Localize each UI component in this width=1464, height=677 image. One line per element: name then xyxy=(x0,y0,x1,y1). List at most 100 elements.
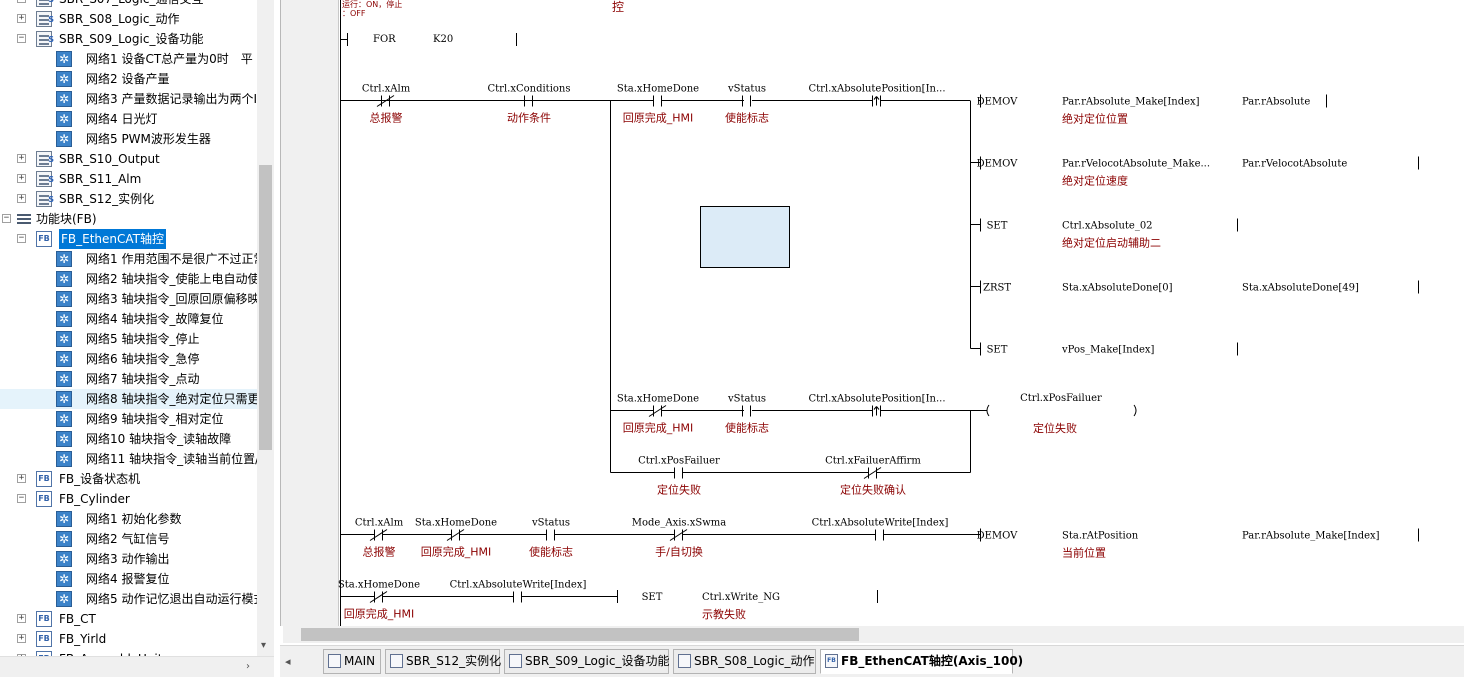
collapse-icon[interactable]: − xyxy=(2,214,11,223)
tree-item-fb-group[interactable]: − 功能块(FB) xyxy=(0,209,257,229)
expand-icon[interactable]: + xyxy=(17,0,26,3)
tree-scroll-thumb[interactable] xyxy=(259,165,272,450)
tab-main[interactable]: MAIN xyxy=(323,649,381,674)
expand-icon[interactable]: + xyxy=(17,474,26,483)
instruction-comment: 当前位置 xyxy=(1062,546,1106,560)
tree-item-fb-ct[interactable]: + FB FB_CT xyxy=(0,609,257,629)
contact-variable: Sta.xHomeDone xyxy=(415,518,497,529)
ladder-editor[interactable]: 运行：ON，停止 ：OFF 控 FOR K20 Ctrl.xAlm 总报警 Ctrl.xCon… xyxy=(280,0,1464,626)
expand-icon[interactable]: + xyxy=(17,174,26,183)
collapse-icon[interactable]: − xyxy=(17,234,26,243)
tree-item-label: 网络1 初始化参数 xyxy=(86,512,182,526)
tree-item-label: SBR_S10_Output xyxy=(59,152,160,166)
contact-variable: Sta.xHomeDone xyxy=(338,580,420,591)
expand-icon[interactable]: + xyxy=(17,194,26,203)
contact-no[interactable] xyxy=(875,529,884,541)
output-coil[interactable] xyxy=(986,404,1137,417)
tree-horizontal-scrollbar[interactable]: › xyxy=(0,656,274,677)
tree-item-label: FB_EthenCAT轴控 xyxy=(59,229,167,249)
contact-pos[interactable] xyxy=(872,95,881,107)
tree-item-label: 网络5 轴块指令_停止 xyxy=(86,332,200,346)
network-icon xyxy=(56,131,72,147)
contact-no[interactable] xyxy=(653,95,662,107)
tree-item-sbr-s08[interactable]: + SBR_S08_Logic_动作 xyxy=(0,9,257,30)
contact-variable: Ctrl.xAbsoluteWrite[Index] xyxy=(812,518,949,529)
tree-item-sbr-s09[interactable]: − SBR_S09_Logic_设备功能 xyxy=(0,29,257,50)
tree-item-cyl-net3[interactable]: 网络3 动作输出 xyxy=(0,549,257,569)
tree-item-s09-net1[interactable]: 网络1 设备CT总产量为0时 平 xyxy=(0,49,257,69)
tree-item-fb-state[interactable]: + FB FB_设备状态机 xyxy=(0,469,257,489)
editor-scroll-thumb[interactable] xyxy=(301,628,859,641)
tree-item-fb-cylinder[interactable]: − FB FB_Cylinder xyxy=(0,489,257,509)
tab-label: SBR_S08_Logic_动作 xyxy=(694,654,815,668)
contact-no[interactable] xyxy=(546,529,555,541)
collapse-icon[interactable]: − xyxy=(17,494,26,503)
tree-item-fb-net10[interactable]: 网络10 轴块指令_读轴故障 xyxy=(0,429,257,449)
instruction-arg: Sta.xAbsoluteDone[0] xyxy=(1062,283,1173,294)
subroutine-icon xyxy=(36,150,54,170)
project-tree[interactable]: + SBR_S07_Logic_通信交互 + SBR_S08_Logic_动作 − SBR… xyxy=(0,0,274,656)
contact-no[interactable] xyxy=(674,467,683,479)
subroutine-icon xyxy=(36,170,54,190)
tree-item-fb-net1[interactable]: 网络1 作用范围不是很广不过正常 xyxy=(0,249,265,269)
coil-comment: 定位失败 xyxy=(1033,421,1077,435)
function-block-icon: FB xyxy=(36,491,52,507)
tree-item-sbr-s11[interactable]: + SBR_S11_Alm xyxy=(0,169,257,190)
sbr-icon xyxy=(678,654,691,668)
ladder-diagram[interactable]: 运行：ON，停止：OFF 控 FOR K20 Ctrl.xAlm 总报警 Ctrl.xCon… xyxy=(281,0,1464,626)
tab-sbr-s12[interactable]: SBR_S12_实例化 xyxy=(385,649,501,674)
tree-item-fb-net11[interactable]: 网络11 轴块指令_读轴当前位置/ xyxy=(0,449,259,469)
scroll-right-arrow-icon[interactable]: › xyxy=(246,661,250,672)
contact-no[interactable] xyxy=(513,591,522,603)
instruction-comment: 绝对定位速度 xyxy=(1062,174,1128,188)
tree-vertical-scrollbar[interactable]: ▾ xyxy=(257,0,274,656)
tree-item-fb-net8[interactable]: 网络8 轴块指令_绝对定位只需更 xyxy=(0,389,259,409)
tree-item-s09-net3[interactable]: 网络3 产量数据记录输出为两个I xyxy=(0,89,257,109)
instruction-arg: Par.rVelocotAbsolute_Make... xyxy=(1062,159,1210,170)
tree-item-sbr-s12[interactable]: + SBR_S12_实例化 xyxy=(0,189,257,210)
tree-item-s09-net5[interactable]: 网络5 PWM波形发生器 xyxy=(0,129,257,149)
block-placeholder[interactable] xyxy=(700,206,790,268)
tab-fb-ethercat[interactable]: FB FB_EthenCAT轴控(Axis_100) xyxy=(820,649,1023,674)
collapse-icon[interactable]: − xyxy=(17,34,26,43)
tree-item-s09-net2[interactable]: 网络2 设备产量 xyxy=(0,69,257,89)
network-icon xyxy=(56,271,72,287)
tree-item-fb-net2[interactable]: 网络2 轴块指令_使能上电自动使 xyxy=(0,269,259,289)
tree-item-fb-net9[interactable]: 网络9 轴块指令_相对定位 xyxy=(0,409,257,429)
tab-sbr-s08[interactable]: SBR_S08_Logic_动作 xyxy=(673,649,816,674)
expand-icon[interactable]: + xyxy=(17,14,26,23)
network-icon xyxy=(56,111,72,127)
program-icon xyxy=(328,654,341,668)
tree-item-fb-net5[interactable]: 网络5 轴块指令_停止 xyxy=(0,329,257,349)
network-icon xyxy=(56,291,72,307)
tree-item-sbr-s07[interactable]: + SBR_S07_Logic_通信交互 xyxy=(0,0,257,10)
contact-pos[interactable] xyxy=(872,405,881,417)
fb-icon: FB xyxy=(825,654,838,668)
tree-item-fb-partial[interactable]: +FBFB_AssemblyUnit xyxy=(0,649,257,656)
contact-variable: Ctrl.xAlm xyxy=(355,518,404,529)
expand-icon[interactable]: + xyxy=(17,154,26,163)
folder-icon xyxy=(16,211,32,227)
tree-item-sbr-s10[interactable]: + SBR_S10_Output xyxy=(0,149,257,170)
network-icon xyxy=(56,311,72,327)
instruction-op: SET xyxy=(987,345,1008,356)
tree-item-cyl-net1[interactable]: 网络1 初始化参数 xyxy=(0,509,257,529)
tree-item-fb-net4[interactable]: 网络4 轴块指令_故障复位 xyxy=(0,309,257,329)
tree-item-fb-net3[interactable]: 网络3 轴块指令_回原回原偏移映 xyxy=(0,289,259,309)
tree-item-fb-ethercat[interactable]: − FB FB_EthenCAT轴控 xyxy=(0,229,257,249)
instruction-op: SET xyxy=(987,221,1008,232)
tree-item-fb-yirld[interactable]: + FB FB_Yirld xyxy=(0,629,257,649)
tree-item-fb-net6[interactable]: 网络6 轴块指令_急停 xyxy=(0,349,257,369)
tab-scroll-left-icon[interactable]: ◂ xyxy=(285,655,291,668)
tree-item-fb-net7[interactable]: 网络7 轴块指令_点动 xyxy=(0,369,257,389)
expand-icon[interactable]: + xyxy=(17,614,26,623)
tree-item-cyl-net4[interactable]: 网络4 报警复位 xyxy=(0,569,257,589)
tree-item-cyl-net5[interactable]: 网络5 动作记忆退出自动运行模式 xyxy=(0,589,265,609)
scroll-down-arrow-icon[interactable]: ▾ xyxy=(261,640,266,651)
contact-comment: 回原完成_HMI xyxy=(623,111,694,125)
expand-icon[interactable]: + xyxy=(17,634,26,643)
tab-sbr-s09[interactable]: SBR_S09_Logic_设备功能 xyxy=(504,649,669,674)
tree-item-cyl-net2[interactable]: 网络2 气缸信号 xyxy=(0,529,257,549)
tree-item-s09-net4[interactable]: 网络4 日光灯 xyxy=(0,109,257,129)
editor-horizontal-scrollbar[interactable] xyxy=(283,626,1464,643)
